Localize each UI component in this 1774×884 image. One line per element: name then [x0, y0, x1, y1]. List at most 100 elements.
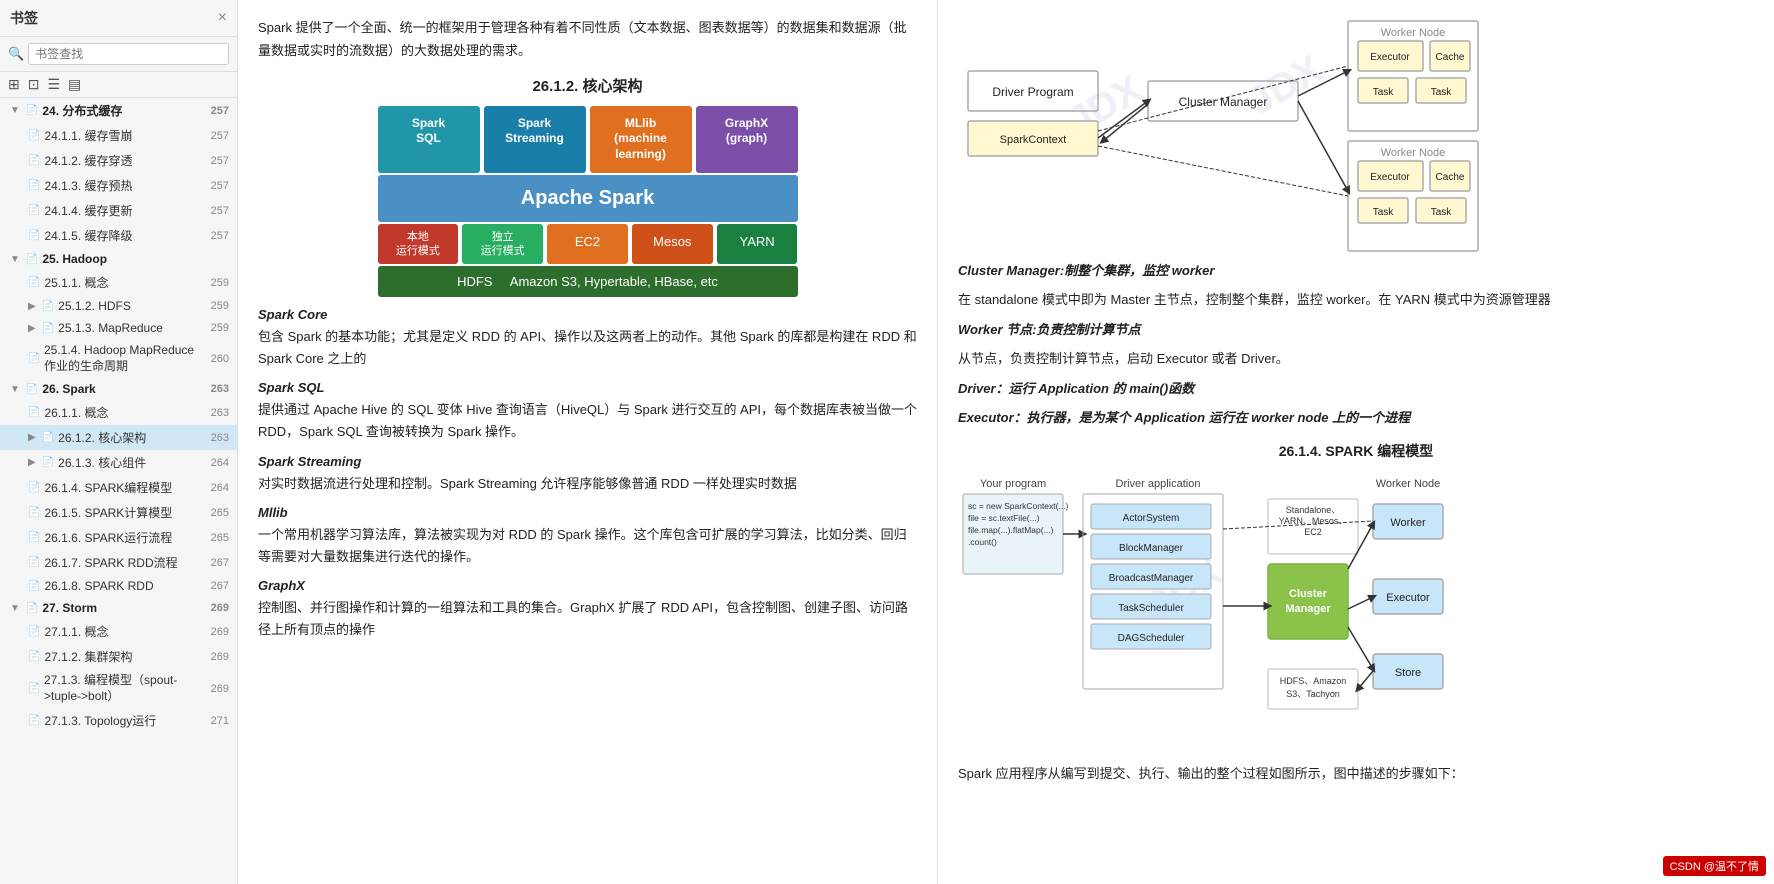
spark-sql-desc: 提供通过 Apache Hive 的 SQL 变体 Hive 查询语言（Hive… — [258, 399, 917, 443]
sidebar-close-button[interactable]: × — [218, 9, 227, 27]
page-number: 257 — [201, 155, 229, 167]
intro-text: Spark 提供了一个全面、统一的框架用于管理各种有着不同性质（文本数据、图表数… — [258, 16, 917, 63]
sidebar-item-24-5[interactable]: 📄 24.1.5. 缓存降级 257 — [0, 223, 237, 248]
sidebar-item-label: 26.1.7. SPARK RDD流程 — [44, 554, 177, 571]
sidebar-item-26-5[interactable]: 📄 26.1.5. SPARK计算模型 265 — [0, 500, 237, 525]
sidebar-item-label: 24.1.5. 缓存降级 — [44, 227, 132, 244]
page-number: 259 — [201, 277, 229, 289]
search-input[interactable] — [28, 43, 229, 65]
ec2-btn: EC2 — [547, 224, 628, 265]
local-mode-btn: 本地运行模式 — [378, 224, 459, 265]
sidebar-item-27[interactable]: ▼ 📄 27. Storm 269 — [0, 597, 237, 619]
page-number: 269 — [201, 626, 229, 638]
sidebar-item-24-3[interactable]: 📄 24.1.3. 缓存预热 257 — [0, 173, 237, 198]
sidebar-item-26-8[interactable]: 📄 26.1.8. SPARK RDD 267 — [0, 575, 237, 597]
svg-text:EC2: EC2 — [1304, 527, 1322, 537]
svg-text:Cluster: Cluster — [1289, 588, 1328, 600]
sidebar-item-label: 26. Spark — [42, 382, 95, 396]
mesos-btn: Mesos — [632, 224, 713, 265]
page-number: 259 — [201, 300, 229, 312]
sidebar-item-26-4[interactable]: 📄 26.1.4. SPARK编程模型 264 — [0, 475, 237, 500]
bookmark-icon: 📄 — [26, 603, 38, 614]
svg-text:Driver Program: Driver Program — [992, 85, 1073, 99]
svg-text:Standalone、: Standalone、 — [1286, 505, 1341, 515]
sidebar-search-bar[interactable]: 🔍 — [0, 37, 237, 72]
sidebar-item-25-1[interactable]: 📄 25.1.1. 概念 259 — [0, 270, 237, 295]
worker-label: Worker 节点:负责控制计算节点 — [958, 318, 1754, 341]
sidebar-header: 书签 × — [0, 0, 237, 37]
page-number: 267 — [201, 557, 229, 569]
doc-icon: 📄 — [42, 323, 54, 334]
sidebar-item-25-2[interactable]: ▶ 📄 25.1.2. HDFS 259 — [0, 295, 237, 317]
page-number: 269 — [201, 683, 229, 695]
page-number: 257 — [201, 230, 229, 242]
sidebar-item-label: 26.1.3. 核心组件 — [58, 454, 146, 471]
doc-icon: 📄 — [28, 532, 40, 543]
sidebar-item-24[interactable]: ▼ 📄 24. 分布式缓存 257 — [0, 98, 237, 123]
toolbar-icon-lines[interactable]: ▤ — [68, 76, 81, 93]
svg-text:Cache: Cache — [1436, 172, 1465, 183]
sidebar-item-25-3[interactable]: ▶ 📄 25.1.3. MapReduce 259 — [0, 317, 237, 339]
sidebar-item-27-1[interactable]: 📄 27.1.1. 概念 269 — [0, 619, 237, 644]
sidebar-item-24-2[interactable]: 📄 24.1.2. 缓存穿透 257 — [0, 148, 237, 173]
svg-text:Executor: Executor — [1386, 592, 1430, 604]
driver-title: Driver：运行 Application 的 main()函数 — [958, 381, 1194, 396]
section-heading-26-1-2: 26.1.2. 核心架构 — [258, 75, 917, 96]
cluster-manager-title-text: Cluster Manager:制整个集群，监控 worker — [958, 263, 1214, 278]
page-number: 267 — [201, 580, 229, 592]
sidebar-item-26-6[interactable]: 📄 26.1.6. SPARK运行流程 265 — [0, 525, 237, 550]
page-number: 265 — [201, 507, 229, 519]
sidebar-item-label: 27.1.3. Topology运行 — [44, 712, 156, 729]
doc-icon: 📄 — [28, 715, 40, 726]
page-number: 264 — [201, 457, 229, 469]
toolbar-icon-list[interactable]: ☰ — [47, 76, 60, 93]
sidebar-item-26-1[interactable]: 📄 26.1.1. 概念 263 — [0, 400, 237, 425]
doc-icon: 📄 — [42, 301, 54, 312]
sidebar-item-24-4[interactable]: 📄 24.1.4. 缓存更新 257 — [0, 198, 237, 223]
spark-core-title: Spark Core — [258, 307, 917, 322]
sidebar-item-25-4[interactable]: 📄 25.1.4. Hadoop MapReduce 作业的生命周期 260 — [0, 339, 237, 378]
doc-icon: 📄 — [28, 205, 40, 216]
sidebar-item-label: 27.1.2. 集群架构 — [44, 648, 132, 665]
toolbar-icon-grid[interactable]: ⊞ — [8, 76, 20, 93]
page-number: 264 — [201, 482, 229, 494]
sidebar-item-26-2[interactable]: ▶ 📄 26.1.2. 核心架构 263 — [0, 425, 237, 450]
sidebar-item-26[interactable]: ▼ 📄 26. Spark 263 — [0, 378, 237, 400]
doc-icon: 📄 — [42, 432, 54, 443]
sidebar-item-24-1[interactable]: 📄 24.1.1. 缓存雪崩 257 — [0, 123, 237, 148]
svg-text:Cache: Cache — [1436, 52, 1465, 63]
chevron-down-icon: ▼ — [10, 105, 20, 116]
sidebar-item-label: 24.1.2. 缓存穿透 — [44, 152, 132, 169]
doc-icon: 📄 — [28, 626, 40, 637]
sidebar-item-26-7[interactable]: 📄 26.1.7. SPARK RDD流程 267 — [0, 550, 237, 575]
page-number: 257 — [201, 130, 229, 142]
svg-text:BroadcastManager: BroadcastManager — [1109, 573, 1194, 584]
sidebar-item-label: 27.1.1. 概念 — [44, 623, 108, 640]
executor-label-text: Executor：执行器，是为某个 Application 运行在 worker… — [958, 406, 1754, 429]
svg-text:BlockManager: BlockManager — [1119, 543, 1184, 554]
page-number: 257 — [201, 205, 229, 217]
svg-text:Store: Store — [1395, 667, 1421, 679]
svg-text:Worker Node: Worker Node — [1376, 478, 1441, 490]
page-number: 263 — [201, 407, 229, 419]
bookmark-icon: 📄 — [26, 384, 38, 395]
svg-text:Worker: Worker — [1390, 517, 1426, 529]
doc-icon: 📄 — [28, 353, 40, 364]
sidebar-item-26-3[interactable]: ▶ 📄 26.1.3. 核心组件 264 — [0, 450, 237, 475]
right-panel: JDX JDX Driver Program SparkContext Clus… — [938, 0, 1774, 884]
doc-icon: 📄 — [28, 507, 40, 518]
cluster-svg: JDX JDX Driver Program SparkContext Clus… — [958, 16, 1488, 256]
content-panel: Spark 提供了一个全面、统一的框架用于管理各种有着不同性质（文本数据、图表数… — [238, 0, 938, 884]
sidebar-item-label: 26.1.8. SPARK RDD — [44, 579, 153, 593]
doc-icon: 📄 — [28, 407, 40, 418]
apache-spark-row: Apache Spark — [378, 175, 798, 222]
doc-icon: 📄 — [28, 130, 40, 141]
toolbar-icon-box[interactable]: ⊡ — [28, 76, 40, 93]
sidebar-title: 书签 — [10, 8, 38, 28]
sidebar-item-27-2[interactable]: 📄 27.1.2. 集群架构 269 — [0, 644, 237, 669]
doc-icon: 📄 — [28, 683, 40, 694]
main-content: Spark 提供了一个全面、统一的框架用于管理各种有着不同性质（文本数据、图表数… — [238, 0, 1774, 884]
sidebar-item-27-4[interactable]: 📄 27.1.3. Topology运行 271 — [0, 708, 237, 733]
sidebar-item-27-3[interactable]: 📄 27.1.3. 编程模型（spout->tuple->bolt） 269 — [0, 669, 237, 708]
sidebar-item-25[interactable]: ▼ 📄 25. Hadoop — [0, 248, 237, 270]
